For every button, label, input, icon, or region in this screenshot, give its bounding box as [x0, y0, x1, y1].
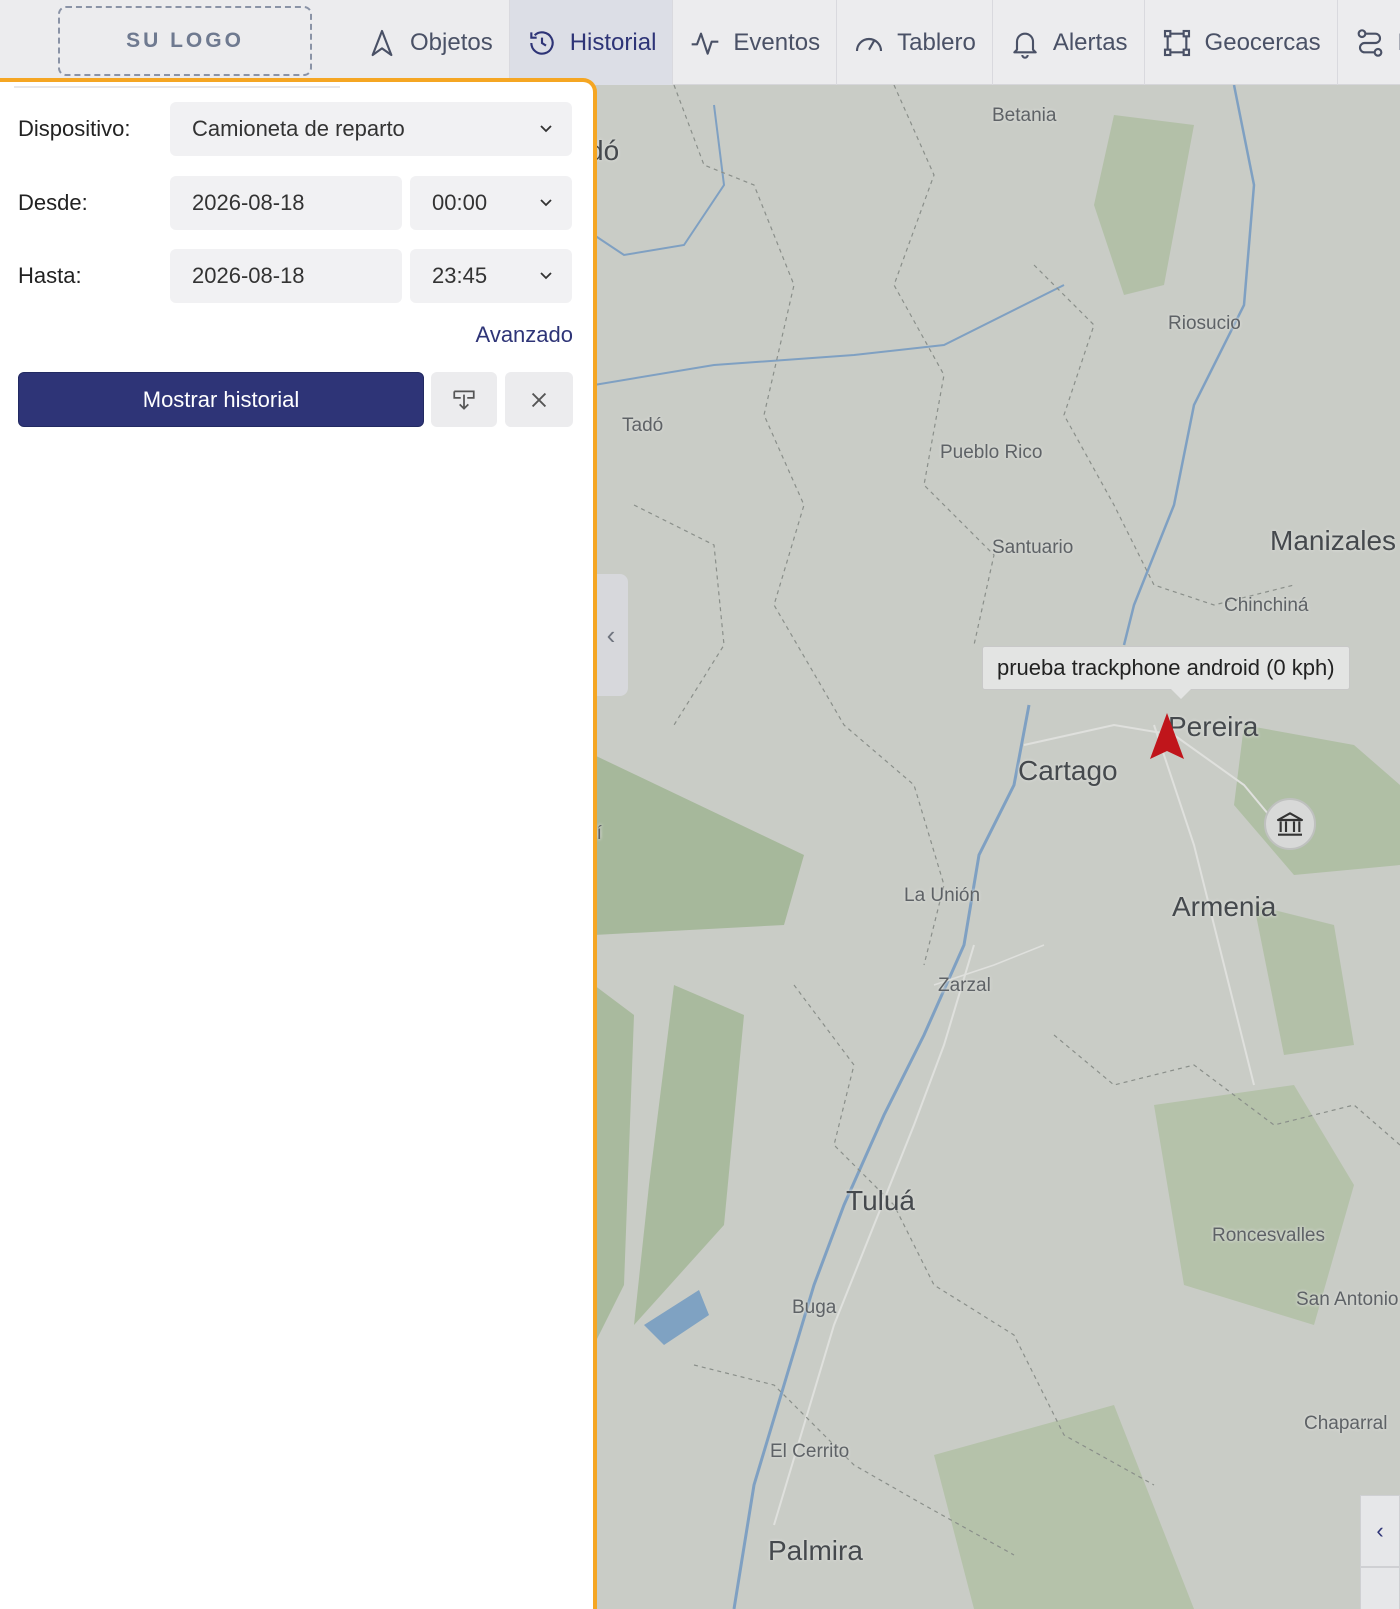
main-nav: Objetos Historial Eventos Tablero Alerta… [350, 0, 1400, 85]
chevron-left-icon: ‹ [1376, 1518, 1384, 1543]
download-icon [453, 389, 475, 410]
from-label: Desde: [18, 190, 88, 215]
museum-icon[interactable] [1264, 798, 1316, 850]
route-icon [1357, 28, 1383, 57]
to-date-value: 2026-08-18 [192, 263, 305, 288]
device-row: Dispositivo: Camioneta de reparto [18, 102, 572, 156]
to-time-select[interactable]: 23:45 [410, 249, 572, 303]
from-date-value: 2026-08-18 [192, 190, 305, 215]
city-label: Chaparral [1304, 1413, 1388, 1434]
nav-rutas[interactable]: R [1338, 0, 1400, 85]
city-label: Armenia [1172, 891, 1277, 922]
city-label: Tadó [622, 415, 664, 436]
map-side-button-2[interactable] [1360, 1567, 1400, 1609]
gauge-icon [856, 37, 883, 51]
from-row: Desde: 2026-08-18 00:00 [18, 176, 572, 230]
nav-geocercas[interactable]: Geocercas [1145, 0, 1338, 85]
nav-label: Geocercas [1204, 28, 1321, 56]
history-clock-icon [529, 30, 554, 55]
nav-alertas[interactable]: Alertas [993, 0, 1145, 85]
city-label: Roncesvalles [1212, 1225, 1325, 1246]
from-date-input[interactable]: 2026-08-18 [170, 176, 402, 230]
device-label: Dispositivo: [18, 116, 131, 141]
chevron-down-icon [540, 125, 552, 133]
nav-label: Eventos [733, 28, 821, 56]
to-time-value: 23:45 [432, 263, 488, 288]
nav-label: Objetos [410, 28, 493, 56]
bell-icon [1013, 32, 1037, 59]
city-label: dó [594, 135, 620, 166]
show-history-button[interactable]: Mostrar historial [18, 372, 424, 427]
city-label: Palmira [768, 1535, 863, 1566]
map-view[interactable]: Betania dó Riosucio Tadó Pueblo Rico San… [594, 85, 1400, 1609]
to-date-input[interactable]: 2026-08-18 [170, 249, 402, 303]
vehicle-tooltip: prueba trackphone android (0 kph) [982, 646, 1350, 699]
nav-eventos[interactable]: Eventos [673, 0, 838, 85]
advanced-link[interactable]: Avanzado [476, 322, 573, 348]
top-navigation-bar: SU LOGO Objetos Historial Eventos Tabler… [0, 0, 1400, 85]
city-label: Betania [992, 105, 1057, 126]
nav-label: Tablero [897, 28, 976, 56]
close-icon [531, 392, 547, 407]
navigation-arrow-icon [371, 29, 393, 56]
city-label: Manizales [1270, 525, 1397, 556]
city-label: Buga [792, 1297, 837, 1318]
city-label: Tuluá [846, 1185, 916, 1216]
nav-objetos[interactable]: Objetos [350, 0, 510, 85]
from-time-select[interactable]: 00:00 [410, 176, 572, 230]
city-label: El Cerrito [770, 1441, 850, 1462]
city-label: La Unión [904, 885, 981, 906]
city-label: Zarzal [938, 975, 991, 996]
nav-historial[interactable]: Historial [509, 0, 674, 85]
vehicle-arrow-icon[interactable] [1150, 713, 1184, 759]
history-panel: Dispositivo: Camioneta de reparto Desde:… [0, 78, 597, 1609]
city-label: Chinchiná [1224, 595, 1309, 616]
city-label: Pueblo Rico [940, 442, 1043, 463]
logo-placeholder[interactable]: SU LOGO [58, 6, 312, 76]
to-row: Hasta: 2026-08-18 23:45 [18, 249, 572, 303]
city-label: Cartago [1018, 755, 1118, 786]
activity-pulse-icon [692, 32, 719, 55]
city-label: Santuario [992, 537, 1074, 558]
nav-label: Alertas [1052, 28, 1128, 56]
collapse-panel-button[interactable]: ‹ [594, 574, 628, 696]
from-time-value: 00:00 [432, 190, 488, 215]
chevron-down-icon [540, 272, 552, 280]
city-label: Riosucio [1168, 313, 1241, 334]
nav-label: Historial [569, 28, 657, 56]
map-side-button[interactable]: ‹ [1360, 1495, 1400, 1567]
device-select[interactable]: Camioneta de reparto [170, 102, 572, 156]
download-button[interactable] [431, 372, 497, 427]
chevron-left-icon: ‹ [606, 619, 616, 650]
city-label: San Antonio [1296, 1289, 1399, 1310]
geofence-icon [1163, 29, 1190, 56]
chevron-down-icon [540, 199, 552, 207]
device-value: Camioneta de reparto [192, 116, 405, 141]
to-label: Hasta: [18, 263, 82, 288]
nav-tablero[interactable]: Tablero [837, 0, 993, 85]
panel-divider [14, 86, 340, 88]
close-panel-button[interactable] [505, 372, 573, 427]
